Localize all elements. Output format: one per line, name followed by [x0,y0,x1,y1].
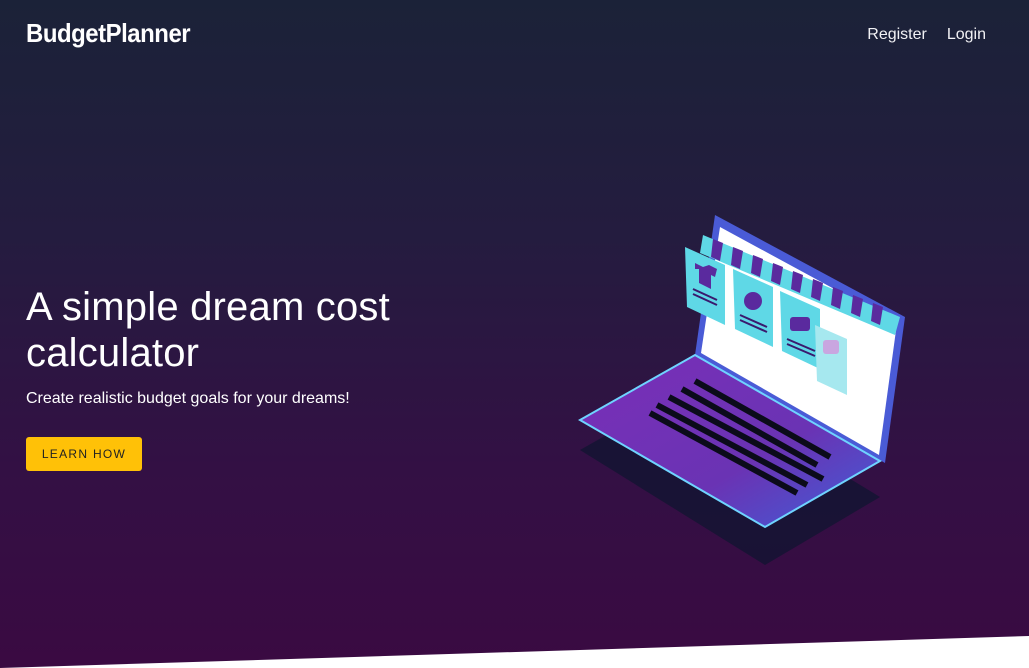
apple-icon [744,292,762,310]
phone-icon [823,340,839,354]
login-link[interactable]: Login [947,26,986,44]
navbar: BudgetPlanner Register Login [0,0,1029,70]
hero: A simple dream cost calculator Create re… [26,284,446,408]
laptop-shop-illustration [577,215,905,565]
register-link[interactable]: Register [867,26,927,44]
hero-subtitle: Create realistic budget goals for your d… [26,390,350,407]
learn-how-button[interactable]: LEARN HOW [26,437,142,471]
pot-icon [790,317,810,331]
nav-links: Register Login [867,26,986,44]
hero-title: A simple dream cost calculator [26,285,390,375]
brand-logo[interactable]: BudgetPlanner [26,18,191,49]
bottom-wave [0,636,1029,668]
